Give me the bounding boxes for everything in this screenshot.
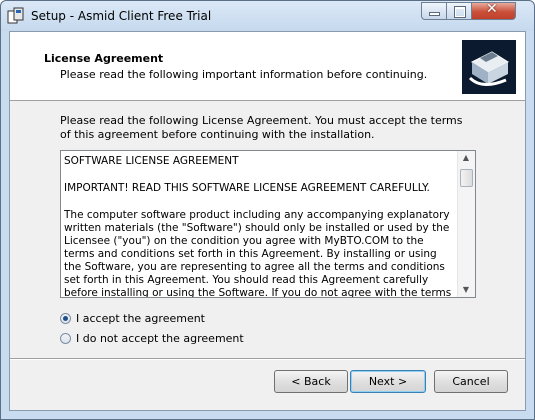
license-paragraph: The computer software product including … [64,209,452,298]
page-subtitle: Please read the following important info… [60,68,428,81]
close-button[interactable]: ✕ [472,1,516,20]
license-paragraph: IMPORTANT! READ THIS SOFTWARE LICENSE AG… [64,182,430,194]
setup-app-icon [7,7,24,24]
scroll-thumb[interactable] [460,169,473,187]
license-paragraph: SOFTWARE LICENSE AGREEMENT [64,155,239,167]
accept-label: I accept the agreement [76,312,205,325]
license-text: SOFTWARE LICENSE AGREEMENT IMPORTANT! RE… [64,155,457,298]
accept-option[interactable]: I accept the agreement [60,312,205,325]
maximize-button[interactable] [447,2,472,20]
title-bar[interactable]: Setup - Asmid Client Free Trial ✕ [1,1,534,31]
minimize-button[interactable] [421,2,447,20]
scroll-up-arrow-icon[interactable]: ▲ [460,152,472,164]
footer-divider [10,358,525,360]
cancel-button[interactable]: Cancel [434,370,508,393]
decline-radio[interactable] [60,333,71,344]
page-title: License Agreement [44,52,164,65]
next-button[interactable]: Next > [350,370,426,393]
setup-window: Setup - Asmid Client Free Trial ✕ Licens… [0,0,535,420]
decline-option[interactable]: I do not accept the agreement [60,332,244,345]
maximize-icon [455,7,465,17]
license-text-area[interactable]: SOFTWARE LICENSE AGREEMENT IMPORTANT! RE… [60,150,476,298]
intro-text: Please read the following License Agreem… [60,114,463,141]
close-icon: ✕ [486,1,498,17]
back-button[interactable]: < Back [274,370,348,393]
installer-logo-icon [462,40,516,94]
license-scrollbar[interactable]: ▲ ▼ [457,151,475,297]
wizard-header: License Agreement Please read the follow… [10,32,525,101]
decline-label: I do not accept the agreement [76,332,244,345]
wizard-body: License Agreement Please read the follow… [9,31,526,411]
scroll-down-arrow-icon[interactable]: ▼ [460,284,472,296]
minimize-icon [430,13,439,15]
accept-radio[interactable] [60,313,71,324]
window-title: Setup - Asmid Client Free Trial [31,9,212,23]
